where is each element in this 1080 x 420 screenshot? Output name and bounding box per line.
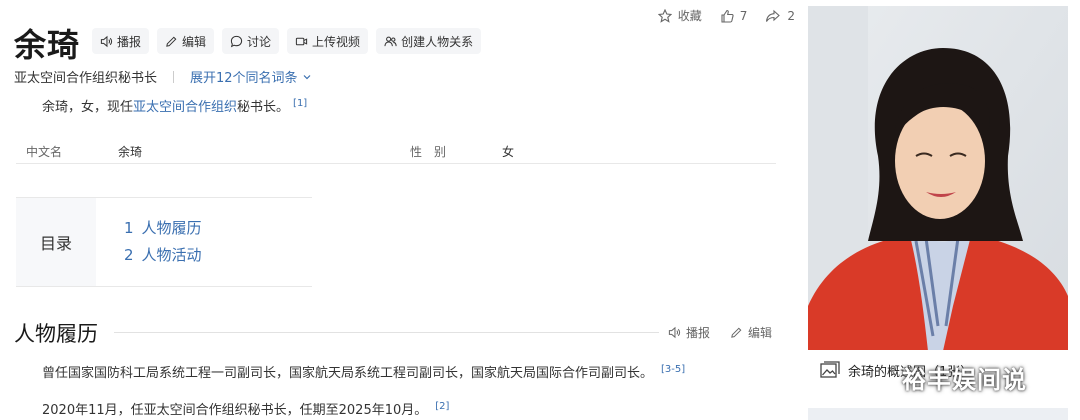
chevron-down-icon xyxy=(303,74,310,79)
toc-item-biography[interactable]: 1 人物履历 xyxy=(124,215,202,242)
paragraph: 曾任国家国防科工局系统工程一司副司长，国家航天局系统工程司副司长，国家航天局国际… xyxy=(42,362,685,381)
section-title: 人物履历 xyxy=(14,322,98,346)
people-icon xyxy=(384,36,397,46)
watermark-text: 裕丰娱间说 xyxy=(902,366,1027,394)
toc-item-label: 人物活动 xyxy=(141,246,202,264)
homonyms-link[interactable]: 展开12个同名词条 xyxy=(190,67,312,86)
section-actions: 播报 编辑 xyxy=(668,324,772,341)
reference-link[interactable]: [1] xyxy=(293,98,307,109)
homonyms-label: 展开12个同名词条 xyxy=(190,71,298,86)
broadcast-label: 播报 xyxy=(117,34,142,49)
table-of-contents: 目录 1 人物履历 2 人物活动 xyxy=(16,197,312,287)
pencil-icon xyxy=(731,327,742,338)
like-count: 7 xyxy=(739,8,748,23)
share-button[interactable]: 2 xyxy=(765,7,795,24)
toc-title: 目录 xyxy=(16,198,96,286)
next-thumbnail-strip xyxy=(808,408,1068,420)
favorite-label: 收藏 xyxy=(677,9,702,23)
section-broadcast-button[interactable]: 播报 xyxy=(668,324,710,341)
name-value: 余琦 xyxy=(118,145,143,159)
page-title: 余琦 xyxy=(14,26,81,64)
upload-video-label: 上传视频 xyxy=(312,34,361,49)
toc-item-number: 2 xyxy=(124,246,134,264)
discuss-label: 讨论 xyxy=(247,34,272,49)
toc-items: 1 人物履历 2 人物活动 xyxy=(124,215,202,269)
gender-value: 女 xyxy=(502,145,515,159)
paragraph: 2020年11月，任亚太空间合作组织秘书长，任期至2025年10月。 [2] xyxy=(42,399,449,418)
top-actions: 收藏 7 2 xyxy=(657,7,795,24)
reference-link[interactable]: [3-5] xyxy=(661,364,685,375)
create-relation-button[interactable]: 创建人物关系 xyxy=(376,28,482,54)
summary-photo[interactable] xyxy=(808,6,1068,388)
toc-item-activities[interactable]: 2 人物活动 xyxy=(124,242,202,269)
share-icon xyxy=(766,9,781,22)
edit-button[interactable]: 编辑 xyxy=(157,28,215,54)
create-relation-label: 创建人物关系 xyxy=(401,34,474,49)
entry-summary: 余琦，女，现任亚太空间合作组织秘书长。 [1] xyxy=(42,96,307,115)
like-button[interactable]: 7 xyxy=(720,7,748,24)
share-count: 2 xyxy=(787,8,795,23)
basic-info-table: 中文名 余琦 性 别 女 xyxy=(16,137,776,164)
section-edit-button[interactable]: 编辑 xyxy=(730,324,772,341)
speaker-icon xyxy=(100,35,113,47)
summary-prefix: 余琦，女，现任 xyxy=(42,100,134,115)
broadcast-button[interactable]: 播报 xyxy=(92,28,150,54)
thumbs-up-icon xyxy=(721,9,734,23)
section-edit-label: 编辑 xyxy=(748,326,773,340)
toc-item-number: 1 xyxy=(124,219,134,237)
pencil-icon xyxy=(166,36,177,47)
upload-video-button[interactable]: 上传视频 xyxy=(287,28,369,54)
entry-subtitle: 亚太空间合作组织秘书长 xyxy=(14,71,158,86)
video-camera-icon xyxy=(295,37,308,45)
divider xyxy=(173,70,175,83)
discuss-button[interactable]: 讨论 xyxy=(222,28,280,54)
image-gallery-icon xyxy=(820,361,840,378)
toc-item-label: 人物履历 xyxy=(141,219,202,237)
favorite-button[interactable]: 收藏 xyxy=(657,7,702,24)
gender-label: 性 别 xyxy=(410,145,447,159)
name-label: 中文名 xyxy=(26,145,63,159)
entry-toolbar: 播报 编辑 讨论 上传视频 创建人物关系 xyxy=(92,28,482,54)
summary-suffix: 秘书长。 xyxy=(237,100,290,115)
reference-link[interactable]: [2] xyxy=(435,401,449,412)
speaker-icon xyxy=(668,326,681,339)
summary-link[interactable]: 亚太空间合作组织 xyxy=(133,100,237,115)
section-broadcast-label: 播报 xyxy=(686,326,711,340)
star-icon xyxy=(657,8,672,23)
entry-subtitle-row: 亚太空间合作组织秘书长 展开12个同名词条 xyxy=(14,67,312,86)
section-divider xyxy=(114,332,659,333)
chat-bubble-icon xyxy=(230,35,243,47)
paragraph-text: 2020年11月，任亚太空间合作组织秘书长，任期至2025年10月。 xyxy=(42,403,428,418)
paragraph-text: 曾任国家国防科工局系统工程一司副司长，国家航天局系统工程司副司长，国家航天局国际… xyxy=(42,366,654,381)
portrait-image xyxy=(808,6,1068,388)
edit-label: 编辑 xyxy=(182,34,207,49)
